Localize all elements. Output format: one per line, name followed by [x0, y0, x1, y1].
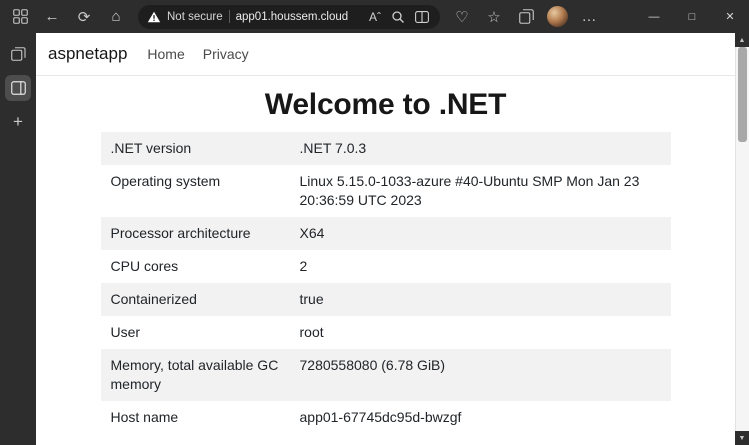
table-row: User root [101, 316, 671, 349]
browser-essentials-icon: ♡ [455, 8, 469, 26]
window-controls: — □ ✕ [635, 0, 749, 33]
minimize-button[interactable]: — [635, 0, 673, 33]
info-label: CPU cores [110, 258, 179, 274]
sidebar-pane-icon [10, 81, 26, 95]
site-header: aspnetapp Home Privacy [36, 33, 735, 76]
settings-more-button[interactable]: … [573, 3, 605, 31]
sidebar-pane-button[interactable] [5, 75, 31, 101]
zoom-icon[interactable] [389, 10, 407, 24]
browser-toolbar: ← ⟳ ⌂ Not secure app01.houssem.cloud Aˆ [0, 0, 749, 33]
table-row: .NET version .NET 7.0.3 [100, 132, 671, 165]
profile-avatar[interactable] [547, 6, 568, 27]
tab-actions-button[interactable] [4, 3, 36, 31]
table-row: Memory, total available GC memory 728055… [100, 349, 671, 401]
favorites-button[interactable]: ☆ [478, 3, 510, 31]
more-icon: … [581, 8, 597, 25]
split-screen-icon[interactable] [413, 10, 431, 23]
sidebar-add-button[interactable]: + [5, 109, 31, 135]
info-value: true [299, 291, 324, 307]
info-label: User [110, 324, 141, 340]
collections-icon [518, 9, 534, 24]
site-nav: Home Privacy [147, 46, 248, 62]
info-value: X64 [299, 225, 325, 241]
info-label: Operating system [110, 173, 221, 189]
maximize-button[interactable]: □ [673, 0, 711, 33]
refresh-button[interactable]: ⟳ [68, 3, 100, 31]
home-button[interactable]: ⌂ [100, 3, 132, 31]
table-row: Processor architecture X64 [100, 217, 671, 250]
plus-icon: + [13, 112, 23, 131]
table-row: CPU cores 2 [101, 250, 671, 283]
home-icon: ⌂ [111, 8, 121, 25]
table-row: Containerized true [100, 283, 671, 316]
info-value: 7280558080 (6.78 GiB) [299, 357, 446, 373]
refresh-icon: ⟳ [77, 8, 91, 26]
address-bar[interactable]: Not secure app01.houssem.cloud Aˆ [138, 4, 440, 29]
read-aloud-icon[interactable]: Aˆ [367, 10, 383, 24]
info-value: Linux 5.15.0-1033-azure #40-Ubuntu SMP M… [299, 173, 640, 208]
scrollbar-track[interactable] [735, 47, 749, 431]
info-value: app01-67745dc95d-bwzgf [299, 409, 462, 425]
table-row: Host name app01-67745dc95d-bwzgf [101, 401, 671, 434]
info-value: 2 [299, 258, 308, 274]
info-table: .NET version .NET 7.0.3 Operating system… [100, 132, 671, 434]
scroll-up-icon[interactable]: ▲ [735, 33, 749, 47]
info-label: Host name [110, 409, 179, 425]
scroll-down-icon[interactable]: ▼ [735, 431, 749, 445]
page-content: aspnetapp Home Privacy Welcome to .NET .… [36, 33, 735, 445]
url-text[interactable]: app01.houssem.cloud [236, 11, 349, 23]
tabs-icon [10, 47, 26, 61]
back-icon: ← [44, 8, 60, 25]
info-label: .NET version [110, 140, 192, 156]
back-button[interactable]: ← [36, 3, 68, 31]
favorites-icon: ☆ [487, 8, 501, 26]
browser-essentials-button[interactable]: ♡ [446, 3, 478, 31]
page-title: Welcome to .NET [264, 88, 507, 121]
not-secure-warning-icon [147, 11, 161, 23]
info-value: root [299, 324, 324, 340]
scrollbar-thumb[interactable] [738, 47, 747, 142]
nav-home-link[interactable]: Home [147, 46, 184, 62]
address-bar-divider [228, 10, 230, 23]
table-row: Operating system Linux 5.15.0-1033-azure… [101, 165, 671, 217]
edge-sidebar: + [0, 33, 36, 445]
brand-link[interactable]: aspnetapp [48, 44, 127, 64]
info-value: .NET 7.0.3 [299, 140, 367, 156]
nav-privacy-link[interactable]: Privacy [203, 46, 249, 62]
close-button[interactable]: ✕ [711, 0, 749, 33]
tabs-button[interactable] [5, 41, 31, 67]
info-label: Memory, total available GC memory [110, 357, 279, 392]
tab-actions-icon [12, 9, 28, 24]
page-scrollbar[interactable]: ▲ ▼ [735, 33, 749, 445]
info-label: Processor architecture [110, 225, 251, 241]
info-label: Containerized [110, 291, 197, 307]
security-status-label[interactable]: Not secure [167, 11, 223, 23]
collections-button[interactable] [510, 3, 542, 31]
